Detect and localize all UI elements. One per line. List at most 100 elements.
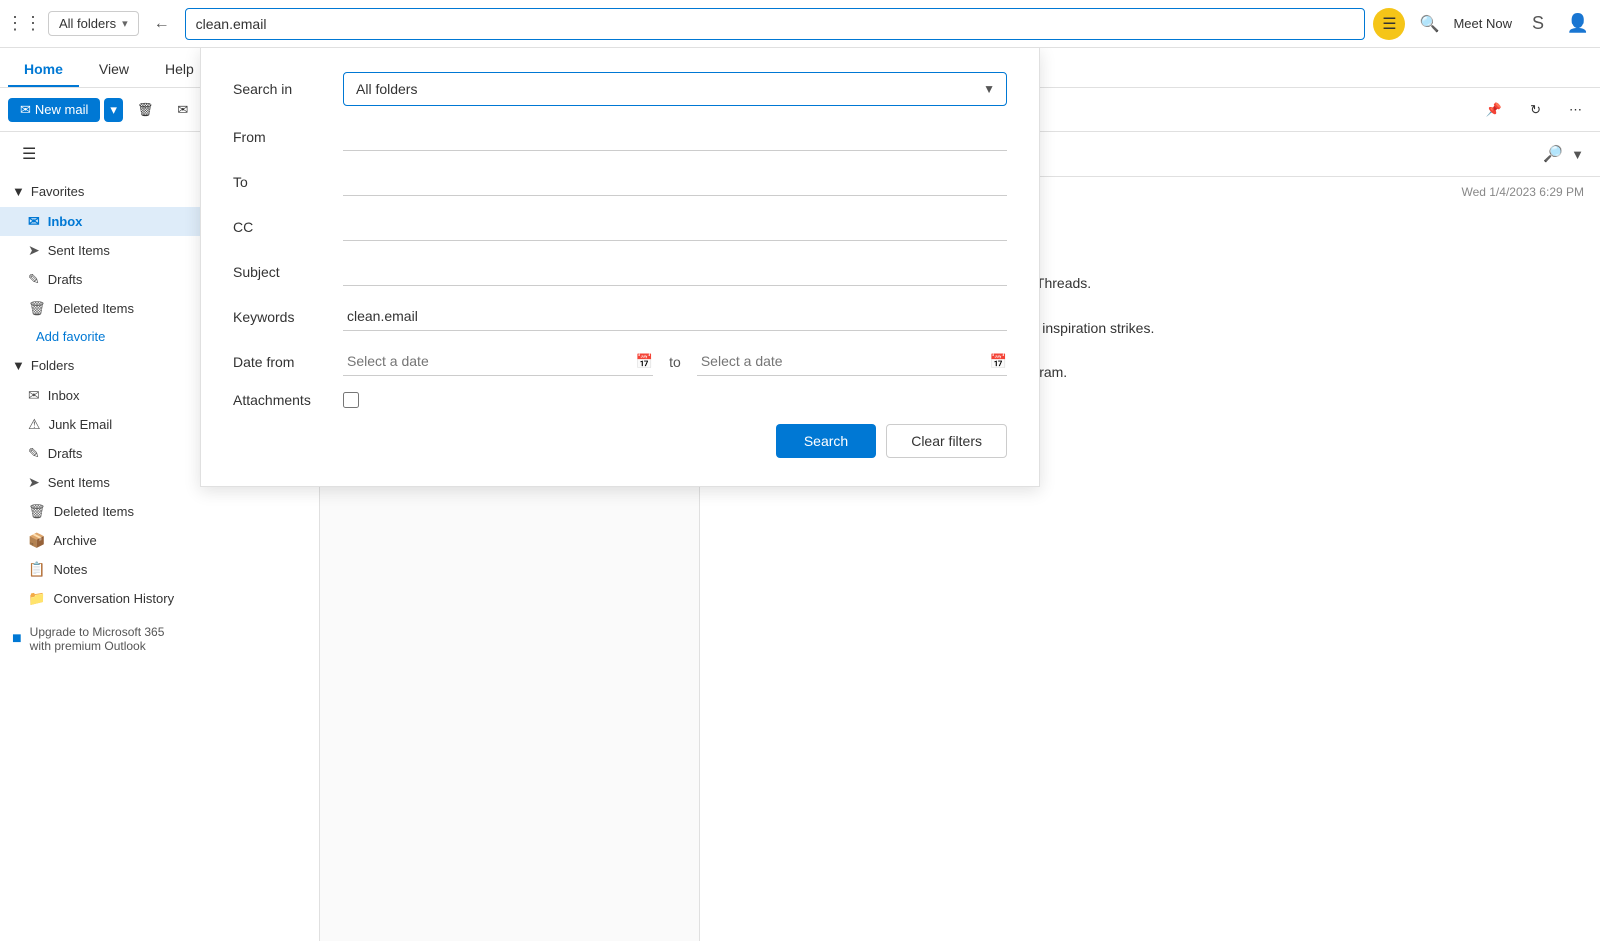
date-from-input[interactable] [343,347,632,375]
sidebar-item-label: Drafts [48,446,83,461]
junk-icon: ⚠ [28,416,41,433]
filter-row-subject: Subject [233,257,1007,286]
date-from-wrap: 📅 [343,347,653,376]
chevron-down-icon: ▼ [12,184,25,199]
upgrade-text: Upgrade to Microsoft 365with premium Out… [30,625,165,653]
new-mail-dropdown[interactable]: ▾ [104,98,123,122]
filter-row-from: From [233,122,1007,151]
deleted-icon: 🗑 [28,300,46,317]
sidebar-item-label: Deleted Items [54,504,134,519]
sidebar-item-deleted[interactable]: 🗑 Deleted Items [0,497,319,526]
keywords-input[interactable] [343,302,1007,331]
sidebar-item-label: Deleted Items [54,301,134,316]
skype-icon[interactable]: S [1524,10,1552,38]
sidebar-item-label: Inbox [48,214,83,229]
chevron-down-icon: ▾ [110,102,117,118]
folder-selector[interactable]: All folders ▾ [48,11,139,36]
new-mail-label: New mail [35,102,88,117]
delete-button[interactable]: 🗑 [127,98,164,122]
toolbar-action-2[interactable]: ✉ [167,98,198,122]
folders-label: Folders [31,358,74,373]
attachments-label: Attachments [233,392,343,408]
toolbar-right-icons: 📌 ↻ ⋯ [1476,98,1592,122]
inbox-icon: ✉ [28,213,40,230]
cc-label: CC [233,219,343,235]
new-mail-button[interactable]: ✉ New mail [8,98,100,122]
sidebar-item-label: Junk Email [49,417,113,432]
new-mail-icon: ✉ [20,102,31,118]
search-in-select[interactable]: All folders [343,72,1007,106]
subject-input[interactable] [343,257,1007,286]
zoom-controls: 🔎 ▼ [1539,140,1584,168]
zoom-chevron: ▼ [1571,147,1584,162]
zoom-button[interactable]: 🔎 [1539,140,1567,168]
chevron-down-icon: ▾ [122,17,128,30]
tab-view[interactable]: View [83,53,145,87]
sidebar-collapse-button[interactable]: ☰ [12,140,46,168]
undo-button[interactable]: ↻ [1520,98,1551,122]
meet-now-button[interactable]: Meet Now [1453,16,1512,31]
conversation-icon: 📁 [28,590,45,607]
sidebar-item-label: Sent Items [48,243,110,258]
date-to-input[interactable] [697,347,986,375]
deleted-icon-2: 🗑 [28,503,46,520]
sidebar-item-label: Drafts [48,272,83,287]
tab-home[interactable]: Home [8,53,79,87]
date-from-container: 📅 to 📅 [343,347,1007,376]
search-button[interactable]: Search [776,424,876,458]
filter-actions: Search Clear filters [233,424,1007,458]
sidebar-item-archive[interactable]: 📦 Archive [0,526,319,555]
inbox-icon: ✉ [28,387,40,404]
attachments-checkbox[interactable] [343,392,359,408]
sent-icon: ➤ [28,242,40,259]
drafts-icon-2: ✎ [28,445,40,462]
app-grid-icon[interactable]: ⋮⋮ [8,8,40,40]
favorites-label: Favorites [31,184,84,199]
sidebar-item-label: Sent Items [48,475,110,490]
search-input[interactable] [185,8,1366,40]
sidebar-item-notes[interactable]: 📋 Notes [0,555,319,584]
filter-row-search-in: Search in All folders ▼ [233,72,1007,106]
sidebar-item-label: Notes [53,562,87,577]
folder-selector-label: All folders [59,16,116,31]
date-from-label: Date from [233,354,343,370]
from-input[interactable] [343,122,1007,151]
notes-icon: 📋 [28,561,45,578]
pin-button[interactable]: 📌 [1476,98,1512,122]
filter-row-to: To [233,167,1007,196]
from-label: From [233,129,343,145]
filter-row-keywords: Keywords [233,302,1007,331]
sent-icon-2: ➤ [28,474,40,491]
sidebar-item-label: Conversation History [53,591,174,606]
profile-icon[interactable]: 👤 [1564,10,1592,38]
to-label: To [233,174,343,190]
calendar-from-icon[interactable]: 📅 [636,353,653,370]
upgrade-box[interactable]: ■ Upgrade to Microsoft 365with premium O… [0,613,319,665]
drafts-icon: ✎ [28,271,40,288]
search-icon[interactable]: 🔍 [1413,8,1445,40]
to-input[interactable] [343,167,1007,196]
attachments-checkbox-wrap [343,392,1007,408]
subject-label: Subject [233,264,343,280]
filter-row-attachments: Attachments [233,392,1007,408]
cc-input[interactable] [343,212,1007,241]
date-to-wrap: 📅 [697,347,1007,376]
keywords-label: Keywords [233,309,343,325]
filter-button[interactable]: ☰ [1373,8,1405,40]
top-right-icons: Meet Now S 👤 [1453,10,1592,38]
chevron-down-icon: ▼ [12,358,25,373]
calendar-to-icon[interactable]: 📅 [990,353,1007,370]
date-to-separator: to [661,354,689,370]
filter-row-date: Date from 📅 to 📅 [233,347,1007,376]
sidebar-item-label: Inbox [48,388,80,403]
sidebar-item-conversation-history[interactable]: 📁 Conversation History [0,584,319,613]
more-options-button[interactable]: ⋯ [1559,98,1592,122]
top-bar: ⋮⋮ All folders ▾ ← ☰ 🔍 Meet Now S 👤 [0,0,1600,48]
clear-filters-button[interactable]: Clear filters [886,424,1007,458]
filter-row-cc: CC [233,212,1007,241]
search-in-label: Search in [233,81,343,97]
sidebar-item-label: Archive [53,533,96,548]
filter-panel: Search in All folders ▼ From To CC Subje… [200,48,1040,487]
back-button[interactable]: ← [147,9,177,39]
archive-icon: 📦 [28,532,45,549]
